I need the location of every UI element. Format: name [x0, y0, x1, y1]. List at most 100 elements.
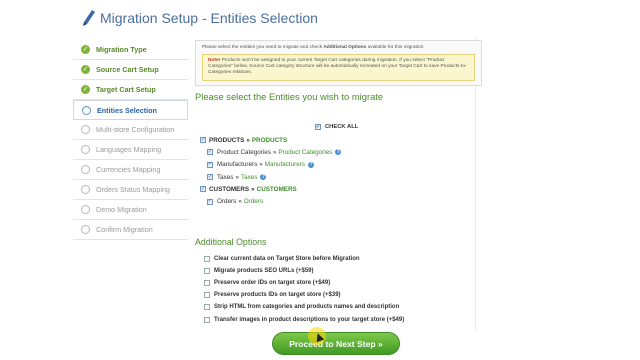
entity-arrow: »: [259, 161, 263, 169]
pen-icon: [83, 10, 95, 26]
check-circle-icon: ✓: [81, 45, 90, 54]
sidebar-step-8[interactable]: Demo Migration: [73, 200, 188, 220]
sidebar-step-3[interactable]: Entities Selection: [73, 100, 188, 120]
entity-row: ✓ Manufacturers» Manufacturers?: [200, 159, 480, 171]
entity-checkbox[interactable]: ✓: [207, 161, 213, 168]
additional-option-row[interactable]: Clear current data on Target Store befor…: [204, 253, 474, 265]
option-checkbox[interactable]: [204, 280, 210, 287]
sidebar-step-label: Languages Mapping: [96, 145, 162, 154]
check-all-label: CHECK ALL: [325, 124, 359, 130]
sidebar-step-label: Source Cart Setup: [96, 65, 159, 74]
sidebar-step-5[interactable]: Languages Mapping: [73, 140, 188, 160]
entity-checkbox[interactable]: ✓: [207, 149, 213, 156]
option-label: Preserve order IDs on target store (+$49…: [214, 280, 331, 287]
entity-row: ✓ PRODUCTS» PRODUCTS: [200, 134, 480, 146]
main-content: Please select the entities you need to m…: [195, 40, 482, 323]
entity-target-label: PRODUCTS: [251, 136, 288, 144]
option-checkbox[interactable]: [204, 292, 210, 299]
sidebar-step-label: Target Cart Setup: [96, 85, 156, 94]
entity-row: ✓ Taxes» Taxes?: [200, 171, 480, 183]
circle-icon: [81, 165, 90, 174]
circle-icon: [81, 125, 90, 134]
additional-option-row[interactable]: Migrate products SEO URLs (+$59): [204, 265, 474, 277]
additional-options-list: Clear current data on Target Store befor…: [204, 253, 474, 326]
option-checkbox[interactable]: [204, 256, 210, 263]
sidebar-step-label: Demo Migration: [96, 205, 147, 214]
additional-option-row[interactable]: Preserve products IDs on target store (+…: [204, 289, 474, 301]
entity-source-label: PRODUCTS: [209, 136, 245, 144]
entity-checkbox[interactable]: ✓: [207, 174, 213, 181]
help-icon[interactable]: ?: [308, 161, 315, 168]
sidebar-step-7[interactable]: Orders Status Mapping: [73, 180, 188, 200]
sidebar-step-label: Confirm Migration: [96, 225, 153, 234]
entity-source-label: Manufacturers: [217, 161, 258, 169]
check-circle-icon: ✓: [81, 65, 90, 74]
sidebar-step-label: Currencies Mapping: [96, 165, 161, 174]
entities-section-title: Please select the Entities you wish to m…: [195, 90, 384, 102]
sidebar-step-label: Multi-store Configuration: [96, 125, 175, 134]
entity-target-label: Manufacturers: [264, 161, 306, 169]
sidebar-step-0[interactable]: ✓ Migration Type: [73, 40, 188, 60]
entity-target-label: Orders: [243, 198, 264, 206]
option-label: Transfer images in product descriptions …: [214, 316, 405, 323]
entity-target-label: Product Categories: [278, 148, 333, 156]
entity-arrow: »: [251, 185, 255, 193]
option-checkbox[interactable]: [204, 268, 210, 275]
info-text-2: available for this migration.: [366, 45, 425, 50]
entity-row: ✓ Product Categories» Product Categories?: [200, 146, 480, 158]
entity-checkbox[interactable]: ✓: [207, 198, 213, 205]
entity-row: ✓ Orders» Orders: [200, 195, 480, 207]
circle-icon: [82, 105, 91, 115]
sidebar-step-6[interactable]: Currencies Mapping: [73, 160, 188, 180]
note-label: Note!: [208, 58, 221, 63]
check-all-checkbox[interactable]: ✓: [315, 124, 321, 130]
info-text-bold: Additional Options: [323, 45, 367, 50]
sidebar-step-label: Orders Status Mapping: [96, 185, 170, 194]
sidebar-step-4[interactable]: Multi-store Configuration: [73, 120, 188, 140]
page-title: Migration Setup - Entities Selection: [100, 10, 318, 26]
sidebar-step-2[interactable]: ✓ Target Cart Setup: [73, 80, 188, 100]
check-circle-icon: ✓: [81, 85, 90, 94]
sidebar-step-label: Entities Selection: [97, 105, 157, 115]
option-label: Migrate products SEO URLs (+$59): [214, 268, 314, 275]
entity-arrow: »: [238, 198, 242, 206]
additional-option-row[interactable]: Transfer images in product descriptions …: [204, 313, 474, 325]
page-header: Migration Setup - Entities Selection: [82, 6, 318, 30]
option-label: Strip HTML from categories and products …: [214, 304, 400, 311]
entity-arrow: »: [235, 173, 239, 181]
additional-option-row[interactable]: Strip HTML from categories and products …: [204, 301, 474, 313]
entity-checkbox[interactable]: ✓: [200, 137, 206, 144]
additional-options-title: Additional Options: [195, 237, 267, 247]
migration-page: Migration Setup - Entities Selection ✓ Mi…: [0, 0, 640, 360]
circle-icon: [81, 205, 90, 214]
sidebar-step-label: Migration Type: [96, 45, 147, 54]
circle-icon: [81, 225, 90, 234]
info-text-1: Please select the entities you need to m…: [202, 45, 324, 50]
entity-target-label: Taxes: [240, 173, 258, 181]
note-text: Products won't be assigned to your curre…: [208, 58, 467, 76]
additional-option-row[interactable]: Preserve order IDs on target store (+$49…: [204, 277, 474, 289]
info-box: Please select the entities you need to m…: [195, 40, 482, 86]
option-checkbox[interactable]: [204, 316, 210, 323]
entity-target-label: CUSTOMERS: [256, 185, 297, 193]
entity-source-label: Product Categories: [217, 148, 271, 156]
sidebar-step-1[interactable]: ✓ Source Cart Setup: [73, 60, 188, 80]
help-icon[interactable]: ?: [260, 174, 267, 181]
option-checkbox[interactable]: [204, 304, 210, 311]
entity-checkbox[interactable]: ✓: [200, 186, 206, 193]
option-label: Preserve products IDs on target store (+…: [214, 292, 341, 299]
entity-arrow: »: [272, 148, 277, 156]
steps-sidebar: ✓ Migration Type ✓ Source Cart Setup ✓ Target…: [73, 40, 188, 240]
circle-icon: [81, 145, 90, 154]
sidebar-step-9[interactable]: Confirm Migration: [73, 220, 188, 240]
help-icon[interactable]: ?: [335, 149, 342, 156]
check-all-toggle[interactable]: ✓ CHECK ALL: [315, 124, 358, 130]
circle-icon: [81, 185, 90, 194]
entity-source-label: CUSTOMERS: [209, 185, 250, 193]
entity-source-label: Orders: [217, 198, 237, 206]
proceed-button[interactable]: Proceed to Next Step »: [272, 332, 400, 355]
entity-source-label: Taxes: [217, 173, 234, 181]
option-label: Clear current data on Target Store befor…: [214, 256, 360, 263]
entity-arrow: »: [246, 136, 250, 144]
entity-list: ✓ PRODUCTS» PRODUCTS ✓ Product Categories» Pr…: [200, 134, 480, 208]
